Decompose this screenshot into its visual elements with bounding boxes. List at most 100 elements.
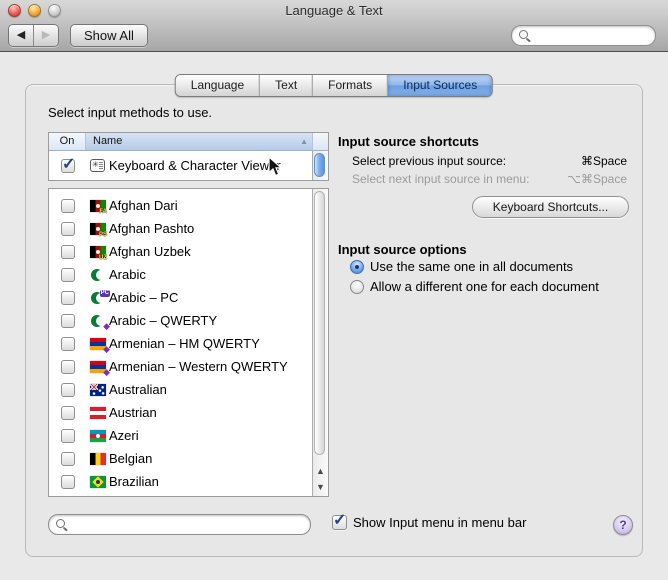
scroll-up-button[interactable]: ▲ [313,463,328,479]
column-header-on[interactable]: On [49,133,86,150]
input-list: FA Afghan Dari PS Afghan Pashto UZ Afgha… [49,194,313,493]
flag-image [90,269,106,281]
input-list-box: FA Afghan Dari PS Afghan Pashto UZ Afgha… [48,188,329,497]
row-checkbox[interactable] [61,360,75,374]
show-input-menu-option[interactable]: Show Input menu in menu bar [332,515,526,530]
row-checkbox[interactable] [61,429,75,443]
list-item[interactable]: PC Arabic – PC [49,286,313,309]
language-flag-icon: PC [90,292,106,304]
row-checkbox[interactable] [61,406,75,420]
row-checkbox[interactable] [61,222,75,236]
list-item[interactable]: PS Afghan Pashto [49,217,313,240]
sort-ascending-icon: ▲ [300,133,308,150]
radio-button[interactable] [350,280,364,294]
language-flag-icon [90,430,106,442]
row-label: Australian [109,382,167,397]
flag-badge: PS [99,232,107,238]
tab-input-sources[interactable]: Input Sources [387,75,492,96]
row-checkbox[interactable] [61,291,75,305]
flag-badge: UZ [99,255,107,261]
list-item[interactable]: UZ Afghan Uzbek [49,240,313,263]
tab-text[interactable]: Text [259,75,312,96]
scrollbar-thumb[interactable] [314,191,325,455]
row-label: Austrian [109,405,157,420]
list-item[interactable]: Brazilian [49,470,313,493]
search-icon [56,519,65,528]
radio-different-document[interactable]: Allow a different one for each document [350,279,599,294]
row-label: Armenian – HM QWERTY [109,336,260,351]
radio-label: Use the same one in all documents [370,259,573,274]
list-item[interactable]: FA Afghan Dari [49,194,313,217]
row-checkbox[interactable] [61,475,75,489]
titlebar[interactable]: Language & Text [0,0,668,22]
scroll-down-button[interactable]: ▼ [313,479,328,495]
filter-search-field[interactable] [48,514,311,535]
radio-button-selected[interactable] [350,260,364,274]
row-label: Belgian [109,451,152,466]
close-button[interactable] [8,4,21,17]
back-button[interactable]: ◀ [9,25,34,46]
row-checkbox[interactable] [61,383,75,397]
column-header-name[interactable]: Name ▲ [86,133,312,150]
list-item[interactable]: Australian [49,378,313,401]
flag-badge: FA [99,209,107,215]
help-button[interactable]: ? [613,515,633,535]
row-label: Azeri [109,428,139,443]
language-and-text-window: { "window": { "title": "Language & Text"… [0,0,668,580]
row-checkbox[interactable] [61,452,75,466]
column-header-corner [312,133,328,150]
toolbar-search-field[interactable] [511,25,656,46]
pinned-scrollbar[interactable] [312,151,328,180]
list-scrollbar[interactable]: ▲ ▼ [312,189,328,496]
window-header: Language & Text ◀ ▶ Show All [0,0,668,52]
toolbar-search-input[interactable] [532,27,651,44]
flag-image [90,430,106,442]
row-label: Armenian – Western QWERTY [109,359,288,374]
shortcuts-heading: Input source shortcuts [338,134,479,149]
list-item[interactable]: Belgian [49,447,313,470]
list-item[interactable]: Austrian [49,401,313,424]
zoom-button[interactable] [48,4,61,17]
language-flag-icon [90,269,106,281]
shortcut-label: Select previous input source: [352,154,506,168]
flag-badge: PC [100,290,110,297]
language-flag-icon [90,453,106,465]
forward-button[interactable]: ▶ [34,25,58,46]
tab-formats[interactable]: Formats [312,75,387,96]
language-flag-icon: UZ [90,246,106,258]
list-item[interactable]: Azeri [49,424,313,447]
flag-badge: ◆ [103,345,110,354]
filter-search-input[interactable] [69,516,306,533]
row-label: Keyboard & Character Viewer [109,158,281,173]
flag-badge: ◆ [103,368,110,377]
list-item[interactable]: ◆ Arabic – QWERTY [49,309,313,332]
show-input-menu-checkbox[interactable] [332,515,347,530]
pinned-row-keyboard-viewer[interactable]: Keyboard & Character Viewer [49,151,328,180]
language-flag-icon [90,384,106,396]
row-checkbox[interactable] [61,159,75,173]
row-checkbox[interactable] [61,199,75,213]
table-header: On Name ▲ [49,133,328,151]
row-checkbox[interactable] [61,245,75,259]
keyboard-shortcuts-button[interactable]: Keyboard Shortcuts... [472,196,629,218]
minimize-button[interactable] [28,4,41,17]
radio-same-document[interactable]: Use the same one in all documents [350,259,573,274]
tab-language[interactable]: Language [176,75,259,96]
language-flag-icon: PS [90,223,106,235]
row-checkbox[interactable] [61,337,75,351]
list-item[interactable]: Arabic [49,263,313,286]
row-label: Arabic – QWERTY [109,313,217,328]
shortcut-row-next: Select next input source in menu: ⌥⌘Spac… [352,172,627,186]
row-checkbox[interactable] [61,268,75,282]
nav-buttons: ◀ ▶ [8,24,59,47]
language-flag-icon: ◆ [90,338,106,350]
list-item[interactable]: ◆ Armenian – Western QWERTY [49,355,313,378]
pane-heading: Select input methods to use. [48,105,212,120]
row-checkbox[interactable] [61,314,75,328]
show-all-button[interactable]: Show All [70,24,148,47]
scrollbar-arrows: ▲ ▼ [313,463,328,495]
list-item[interactable]: ◆ Armenian – HM QWERTY [49,332,313,355]
shortcut-row-previous: Select previous input source: ⌘Space [352,154,627,168]
shortcut-label: Select next input source in menu: [352,172,529,186]
scrollbar-thumb[interactable] [314,153,325,177]
